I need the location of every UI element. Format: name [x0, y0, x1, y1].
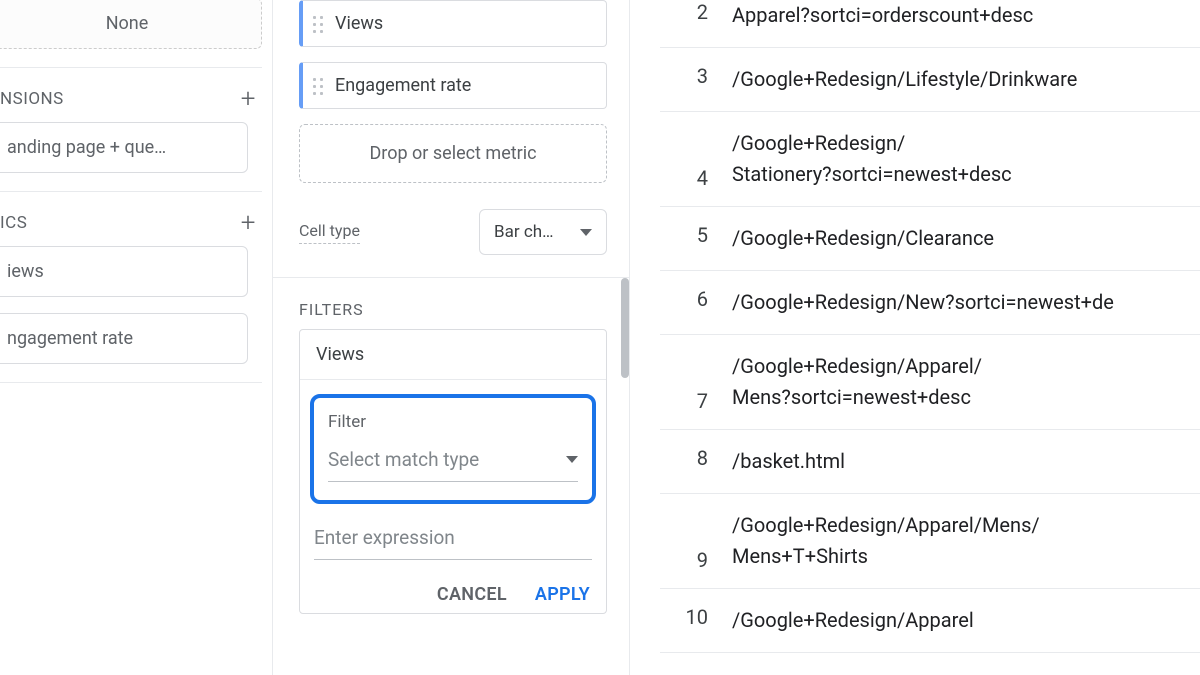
row-path: /basket.html [732, 446, 1194, 477]
chevron-down-icon [580, 229, 592, 236]
metric-views[interactable]: Views [299, 0, 607, 47]
row-path: Apparel?sortci=orderscount+desc [732, 0, 1194, 31]
filter-card: Views Filter Select match type Enter exp… [299, 329, 607, 614]
drag-handle-icon[interactable] [311, 14, 325, 34]
divider [273, 277, 629, 278]
row-path: /Google+Redesign/New?sortci=newest+de [732, 287, 1194, 318]
row-path: /Google+Redesign/Apparel/Mens/Mens+T+Shi… [732, 510, 1194, 572]
cancel-button[interactable]: CANCEL [437, 584, 507, 605]
table-row[interactable]: 10 /Google+Redesign/Apparel [660, 589, 1200, 653]
add-dimension-icon[interactable]: + [241, 86, 256, 112]
filter-metric-name[interactable]: Views [300, 330, 606, 380]
row-index: 8 [666, 446, 708, 470]
row-index: 7 [666, 389, 708, 413]
metric-chip-engagement[interactable]: ngagement rate [0, 313, 248, 364]
row-index: 4 [666, 166, 708, 190]
row-path: /Google+Redesign/Clearance [732, 223, 1194, 254]
table-row[interactable]: 5 /Google+Redesign/Clearance [660, 207, 1200, 271]
metric-label: Engagement rate [335, 75, 471, 96]
row-index: 9 [666, 548, 708, 572]
row-path: /Google+Redesign/Apparel/Mens?sortci=new… [732, 351, 1194, 413]
filter-actions: CANCEL APPLY [300, 584, 590, 605]
table-row[interactable]: 8 /basket.html [660, 430, 1200, 494]
apply-button[interactable]: APPLY [535, 584, 590, 605]
drag-handle-icon[interactable] [311, 76, 325, 96]
chevron-down-icon [566, 456, 578, 463]
row-path: /Google+Redesign/Stationery?sortci=newes… [732, 128, 1194, 190]
add-metric-icon[interactable]: + [241, 210, 256, 236]
expression-placeholder: Enter expression [314, 526, 455, 549]
filters-header: FILTERS [299, 300, 607, 319]
table-row[interactable]: 9 /Google+Redesign/Apparel/Mens/Mens+T+S… [660, 494, 1200, 589]
row-index: 2 [666, 0, 708, 24]
scrollbar-thumb[interactable] [621, 278, 629, 378]
metric-label: Views [335, 13, 383, 34]
metric-chip-views[interactable]: iews [0, 246, 248, 297]
divider [0, 67, 262, 68]
row-index: 5 [666, 223, 708, 247]
row-index: 10 [666, 605, 708, 629]
match-type-placeholder: Select match type [328, 448, 479, 471]
metrics-label: ICS [0, 213, 27, 233]
dimensions-label: NSIONS [0, 89, 64, 109]
cell-type-row: Cell type Bar ch… [299, 209, 607, 255]
row-index: 6 [666, 287, 708, 311]
metric-drop-zone[interactable]: Drop or select metric [299, 124, 607, 183]
table-row[interactable]: 6 /Google+Redesign/New?sortci=newest+de [660, 271, 1200, 335]
expression-input[interactable]: Enter expression [314, 522, 592, 560]
dimension-chip[interactable]: anding page + que… [0, 122, 248, 173]
table-row[interactable]: 3 /Google+Redesign/Lifestyle/Drinkware [660, 48, 1200, 112]
dimensions-header: NSIONS + [0, 78, 262, 122]
report-table: 2 Apparel?sortci=orderscount+desc 3 /Goo… [630, 0, 1200, 675]
table-row[interactable]: 4 /Google+Redesign/Stationery?sortci=new… [660, 112, 1200, 207]
left-panel: None NSIONS + anding page + que… ICS + i… [0, 0, 273, 675]
cell-type-select[interactable]: Bar ch… [479, 209, 607, 255]
row-path: /Google+Redesign/Apparel [732, 605, 1194, 636]
table-row[interactable]: 2 Apparel?sortci=orderscount+desc [660, 0, 1200, 48]
config-panel: Views Engagement rate Drop or select met… [273, 0, 630, 675]
filter-label: Filter [328, 412, 578, 432]
filter-match-callout: Filter Select match type [310, 394, 596, 504]
match-type-select[interactable]: Select match type [328, 448, 578, 482]
cell-type-value: Bar ch… [494, 222, 553, 242]
divider [0, 191, 262, 192]
row-index: 3 [666, 64, 708, 88]
none-pill[interactable]: None [0, 0, 262, 49]
row-path: /Google+Redesign/Lifestyle/Drinkware [732, 64, 1194, 95]
cell-type-label: Cell type [299, 221, 360, 244]
table-row[interactable]: 7 /Google+Redesign/Apparel/Mens?sortci=n… [660, 335, 1200, 430]
metric-engagement[interactable]: Engagement rate [299, 62, 607, 109]
divider [0, 382, 262, 383]
metrics-header: ICS + [0, 202, 262, 246]
